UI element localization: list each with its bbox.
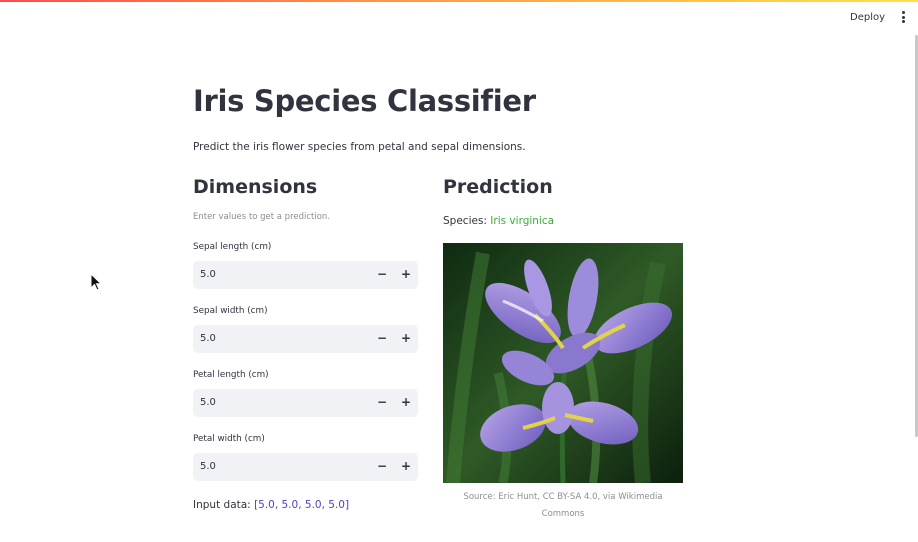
petal-width-label: Petal width (cm): [193, 434, 265, 444]
input-data-values: [5.0, 5.0, 5.0, 5.0]: [254, 499, 350, 511]
petal-width-field: Petal width (cm) 5.0 − +: [193, 434, 418, 481]
petal-length-value[interactable]: 5.0: [200, 389, 216, 417]
dimensions-caption: Enter values to get a prediction.: [193, 212, 331, 222]
sepal-length-field: Sepal length (cm) 5.0 − +: [193, 242, 418, 289]
petal-width-input[interactable]: 5.0 − +: [193, 453, 418, 481]
species-value: Iris virginica: [490, 215, 555, 227]
petal-length-increment-button[interactable]: +: [394, 389, 418, 417]
sepal-length-input[interactable]: 5.0 − +: [193, 261, 418, 289]
petal-width-value[interactable]: 5.0: [200, 453, 216, 481]
deploy-button[interactable]: Deploy: [842, 9, 893, 27]
dimensions-heading: Dimensions: [193, 176, 318, 198]
sepal-length-label: Sepal length (cm): [193, 242, 272, 252]
input-data-label: Input data:: [193, 499, 255, 511]
sepal-length-increment-button[interactable]: +: [394, 261, 418, 289]
sepal-width-field: Sepal width (cm) 5.0 − +: [193, 306, 418, 353]
petal-length-decrement-button[interactable]: −: [370, 389, 394, 417]
petal-width-decrement-button[interactable]: −: [370, 453, 394, 481]
image-caption: Source: Eric Hunt, CC BY-SA 4.0, via Wik…: [463, 492, 663, 519]
sepal-length-value[interactable]: 5.0: [200, 261, 216, 289]
sepal-width-label: Sepal width (cm): [193, 306, 268, 316]
page-subtitle: Predict the iris flower species from pet…: [193, 141, 526, 153]
iris-flower-image: [443, 243, 683, 483]
sepal-width-increment-button[interactable]: +: [394, 325, 418, 353]
page-title: Iris Species Classifier: [193, 84, 536, 118]
petal-length-label: Petal length (cm): [193, 370, 269, 380]
more-vertical-icon[interactable]: [897, 11, 909, 25]
petal-width-increment-button[interactable]: +: [394, 453, 418, 481]
sepal-length-decrement-button[interactable]: −: [370, 261, 394, 289]
species-result: Species: Iris virginica: [443, 215, 554, 227]
sepal-width-value[interactable]: 5.0: [200, 325, 216, 353]
iris-flower-illustration: [443, 243, 683, 483]
petal-length-input[interactable]: 5.0 − +: [193, 389, 418, 417]
input-data-text: Input data: [5.0, 5.0, 5.0, 5.0]: [193, 499, 349, 511]
prediction-column: Prediction Species: Iris virginica Sourc…: [443, 176, 683, 519]
prediction-heading: Prediction: [443, 176, 553, 198]
sepal-width-input[interactable]: 5.0 − +: [193, 325, 418, 353]
species-label: Species:: [443, 215, 491, 227]
dimensions-column: Dimensions Enter values to get a predict…: [193, 176, 418, 511]
petal-length-field: Petal length (cm) 5.0 − +: [193, 370, 418, 417]
mouse-pointer-icon: [90, 273, 102, 291]
app-header: Deploy: [0, 2, 918, 32]
sepal-width-decrement-button[interactable]: −: [370, 325, 394, 353]
